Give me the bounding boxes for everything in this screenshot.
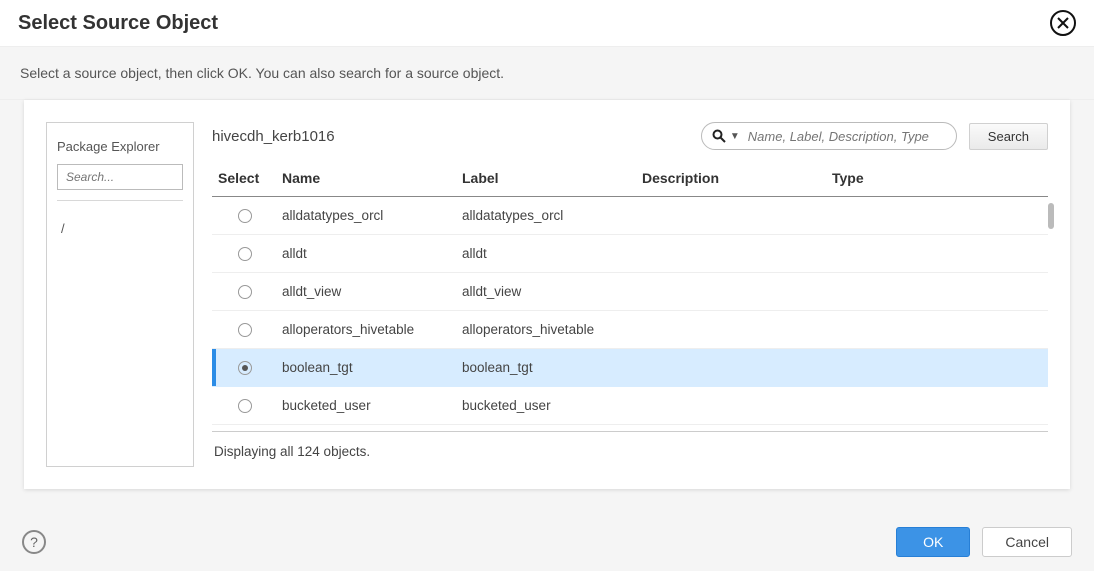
help-button[interactable]: ? bbox=[22, 530, 46, 554]
cell-label: bucketed_user bbox=[462, 398, 642, 413]
radio-button[interactable] bbox=[238, 399, 252, 413]
table-row[interactable]: alldt_view alldt_view bbox=[212, 273, 1048, 311]
divider bbox=[57, 200, 183, 201]
search-wrap: ▼ Search bbox=[701, 122, 1048, 150]
cell-label: alldt bbox=[462, 246, 642, 261]
right-column: hivecdh_kerb1016 ▼ Search Select bbox=[212, 122, 1048, 467]
radio-button[interactable] bbox=[238, 285, 252, 299]
package-explorer: Package Explorer / bbox=[46, 122, 194, 467]
cell-label: alldt_view bbox=[462, 284, 642, 299]
search-icon bbox=[708, 129, 730, 143]
cell-name: alldatatypes_orcl bbox=[282, 208, 462, 223]
package-explorer-search-input[interactable] bbox=[57, 164, 183, 190]
package-explorer-title: Package Explorer bbox=[57, 139, 183, 154]
left-column: Package Explorer / bbox=[46, 122, 194, 467]
dialog-body: Package Explorer / hivecdh_kerb1016 ▼ bbox=[0, 100, 1094, 513]
status-text: Displaying all 124 objects. bbox=[212, 431, 1048, 461]
chevron-down-icon[interactable]: ▼ bbox=[730, 131, 740, 142]
header-label: Label bbox=[462, 170, 642, 186]
cell-name: alldt_view bbox=[282, 284, 462, 299]
content-panel: Package Explorer / hivecdh_kerb1016 ▼ bbox=[24, 100, 1070, 489]
radio-button[interactable] bbox=[238, 323, 252, 337]
dialog-instruction: Select a source object, then click OK. Y… bbox=[0, 47, 1094, 100]
vertical-scrollbar[interactable] bbox=[1048, 203, 1054, 229]
header-type: Type bbox=[832, 170, 1048, 186]
close-icon bbox=[1057, 17, 1069, 29]
radio-button[interactable] bbox=[238, 247, 252, 261]
table-row[interactable]: boolean_tgt boolean_tgt bbox=[212, 349, 1048, 387]
table-body: alldatatypes_orcl alldatatypes_orcl alld… bbox=[212, 197, 1048, 425]
help-icon: ? bbox=[30, 534, 38, 550]
radio-button[interactable] bbox=[238, 361, 252, 375]
search-button[interactable]: Search bbox=[969, 123, 1048, 150]
table-row[interactable]: bucketed_user bucketed_user bbox=[212, 387, 1048, 425]
table-row[interactable]: alldt alldt bbox=[212, 235, 1048, 273]
radio-dot-icon bbox=[242, 365, 248, 371]
right-top-bar: hivecdh_kerb1016 ▼ Search bbox=[212, 122, 1048, 150]
header-name: Name bbox=[282, 170, 462, 186]
cell-label: alldatatypes_orcl bbox=[462, 208, 642, 223]
cell-name: boolean_tgt bbox=[282, 360, 462, 375]
cell-label: alloperators_hivetable bbox=[462, 322, 642, 337]
table-row[interactable]: alloperators_hivetable alloperators_hive… bbox=[212, 311, 1048, 349]
titlebar: Select Source Object bbox=[0, 0, 1094, 47]
cell-label: boolean_tgt bbox=[462, 360, 642, 375]
radio-button[interactable] bbox=[238, 209, 252, 223]
cell-name: bucketed_user bbox=[282, 398, 462, 413]
table-header: Select Name Label Description Type bbox=[212, 162, 1048, 197]
header-select: Select bbox=[212, 170, 282, 186]
search-field[interactable]: ▼ bbox=[701, 122, 957, 150]
cell-name: alldt bbox=[282, 246, 462, 261]
cell-name: alloperators_hivetable bbox=[282, 322, 462, 337]
table-row[interactable]: alldatatypes_orcl alldatatypes_orcl bbox=[212, 197, 1048, 235]
header-description: Description bbox=[642, 170, 832, 186]
close-button[interactable] bbox=[1050, 10, 1076, 36]
search-input[interactable] bbox=[746, 128, 946, 145]
dialog-title: Select Source Object bbox=[18, 12, 218, 35]
cancel-button[interactable]: Cancel bbox=[982, 527, 1072, 557]
select-source-object-dialog: Select Source Object Select a source obj… bbox=[0, 0, 1094, 571]
footer-buttons: OK Cancel bbox=[896, 527, 1072, 557]
context-name: hivecdh_kerb1016 bbox=[212, 128, 335, 145]
folder-path[interactable]: / bbox=[57, 221, 183, 236]
dialog-footer: ? OK Cancel bbox=[0, 513, 1094, 571]
ok-button[interactable]: OK bbox=[896, 527, 970, 557]
